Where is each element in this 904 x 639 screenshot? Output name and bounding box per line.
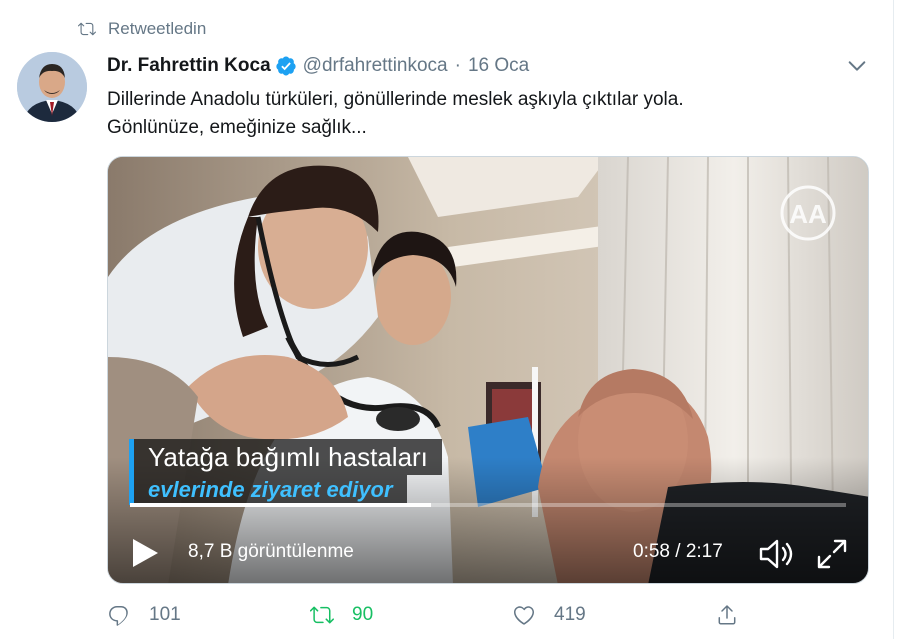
video-progress-fill [130,503,431,507]
video-time: 0:58 / 2:17 [633,541,723,562]
volume-muted-icon[interactable] [758,537,796,571]
tweet-actions: 101 90 419 [107,598,757,632]
reply-button[interactable]: 101 [107,598,181,632]
tweet-text-line: Dillerinde Anadolu türküleri, gönüllerin… [107,89,684,110]
retweet-active-icon [310,606,334,624]
reply-count: 101 [149,604,181,625]
reply-icon [109,606,128,626]
separator-dot: · [454,55,461,76]
author-name[interactable]: Dr. Fahrettin Koca [107,55,271,77]
retweet-context[interactable]: Retweetledin [78,18,206,40]
view-count: 8,7 B görüntülenme [188,541,354,562]
tweet-date[interactable]: 16 Oca [468,55,529,77]
tweet-text-line: Gönlünüze, emeğinize sağlık... [107,117,367,138]
avatar[interactable] [17,52,87,122]
author-handle[interactable]: @drfahrettinkoca [303,55,448,77]
retweet-icon [78,22,96,36]
retweet-context-label: Retweetledin [108,19,207,38]
timeline-border [893,0,894,639]
video-caption-line1: Yatağa bağımlı hastaları [129,439,442,475]
tweet-text: Dillerinde Anadolu türküleri, gönüllerin… [107,86,867,142]
video-frame: AA [108,157,868,583]
fullscreen-icon[interactable] [815,537,849,571]
share-button[interactable] [715,598,757,632]
retweet-count: 90 [352,604,374,625]
retweet-button[interactable]: 90 [310,598,373,632]
svg-text:AA: AA [789,199,827,229]
like-count: 419 [554,604,586,625]
chevron-down-icon[interactable] [846,55,868,77]
verified-badge-icon [276,56,296,76]
video-caption-line2: evlerinde ziyaret ediyor [129,475,407,505]
video-controls: 8,7 B görüntülenme 0:58 / 2:17 [108,527,868,577]
heart-icon [513,606,535,625]
video-progress-bar[interactable] [130,503,846,507]
tweet-header: Dr. Fahrettin Koca @drfahrettinkoca · 16… [107,53,529,79]
share-icon [718,605,736,625]
play-icon[interactable] [130,537,160,569]
like-button[interactable]: 419 [512,598,586,632]
avatar-image [17,52,87,122]
video-player[interactable]: AA Yatağa bağımlı hastaları evlerinde zi… [107,156,869,584]
